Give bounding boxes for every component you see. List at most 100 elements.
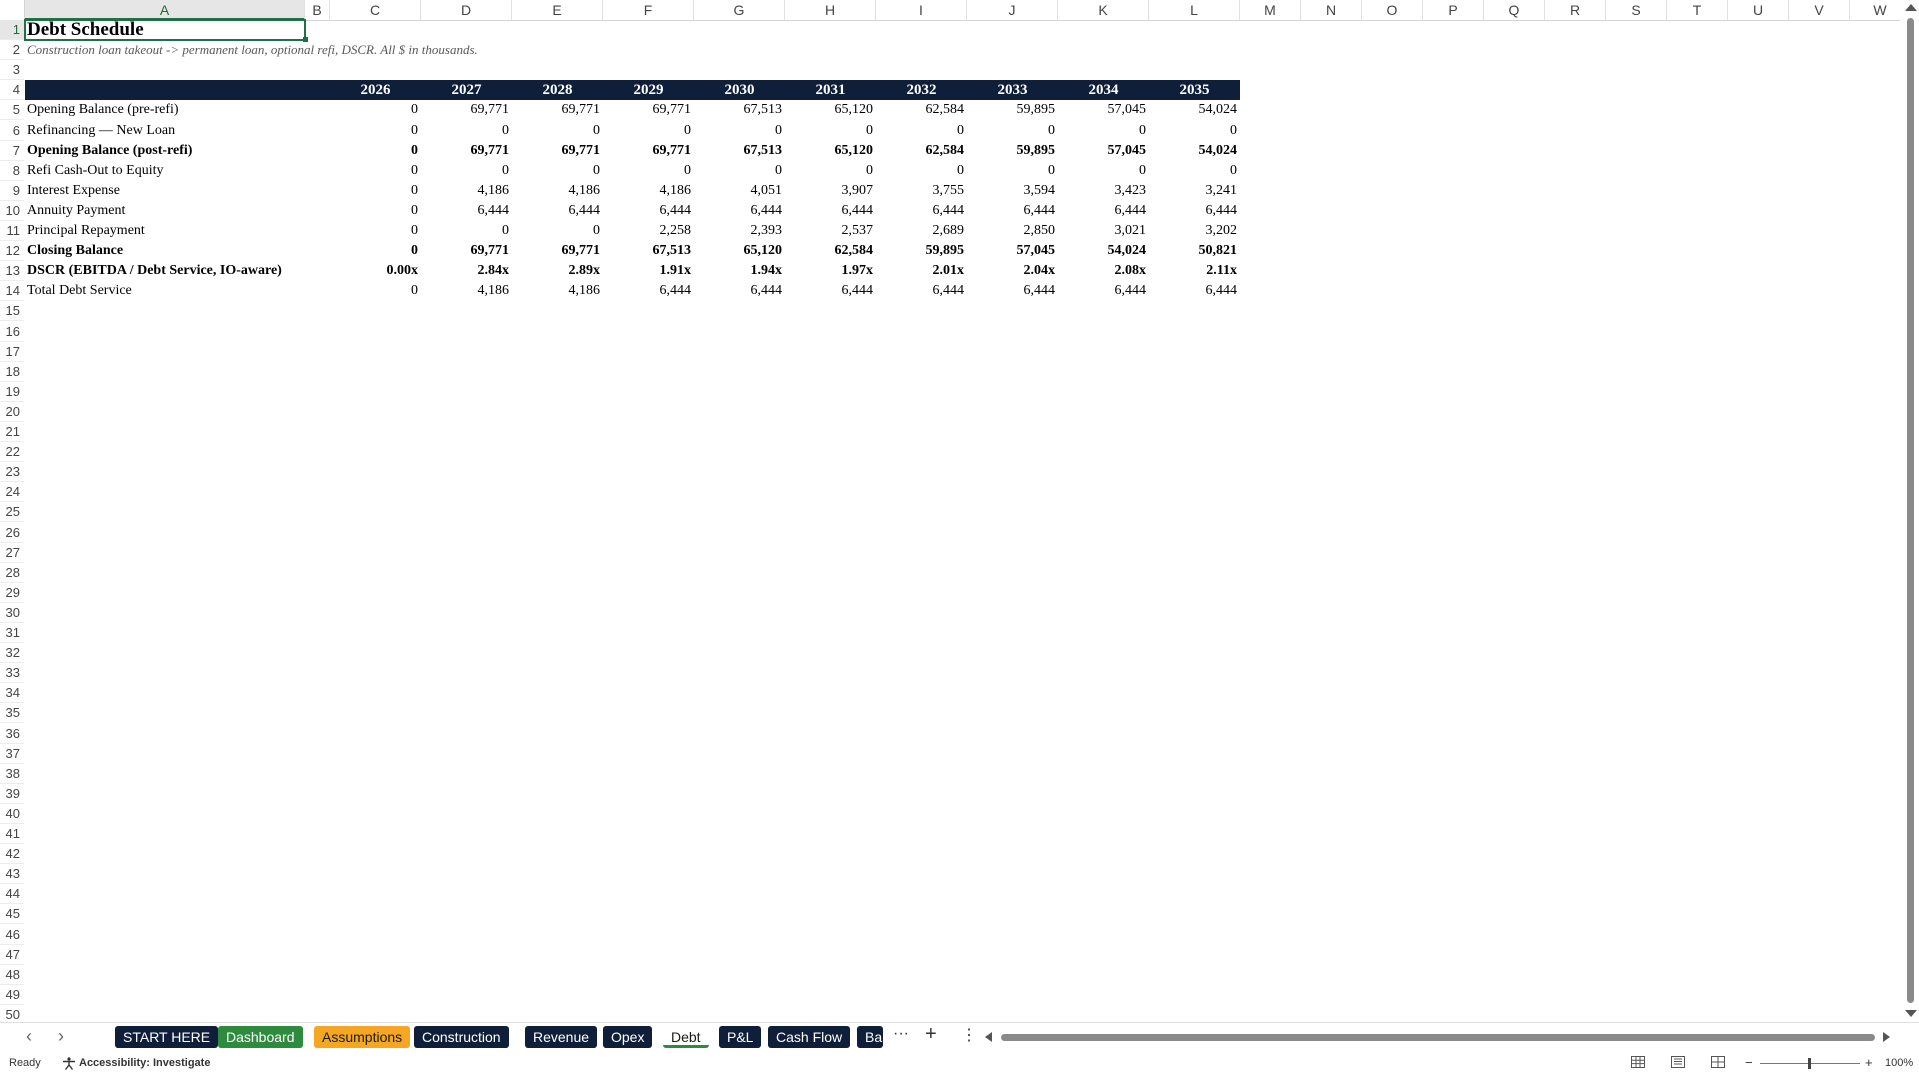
- value-cell[interactable]: 59,895: [967, 141, 1058, 161]
- row-header-36[interactable]: 36: [0, 724, 24, 744]
- value-cell[interactable]: 2.01x: [876, 261, 967, 281]
- column-header-g[interactable]: G: [694, 0, 785, 20]
- value-cell[interactable]: 0: [876, 161, 967, 181]
- column-header-a[interactable]: A: [25, 0, 305, 20]
- row-header-40[interactable]: 40: [0, 804, 24, 824]
- row-label[interactable]: Refi Cash-Out to Equity: [25, 161, 305, 181]
- value-cell[interactable]: 67,513: [694, 141, 785, 161]
- value-cell[interactable]: 0: [785, 121, 876, 141]
- value-cell[interactable]: 0: [1058, 121, 1149, 141]
- row-header-27[interactable]: 27: [0, 543, 24, 563]
- row-header-6[interactable]: 6: [0, 121, 24, 141]
- horizontal-scrollbar[interactable]: [985, 1031, 1890, 1043]
- value-cell[interactable]: 2.04x: [967, 261, 1058, 281]
- row-header-35[interactable]: 35: [0, 703, 24, 724]
- row-header-30[interactable]: 30: [0, 603, 24, 623]
- column-header-d[interactable]: D: [421, 0, 512, 20]
- row-header-24[interactable]: 24: [0, 482, 24, 503]
- row-label[interactable]: Opening Balance (pre-refi): [25, 100, 305, 120]
- row-header-41[interactable]: 41: [0, 824, 24, 845]
- row-header-23[interactable]: 23: [0, 462, 24, 483]
- scroll-up-icon[interactable]: [1905, 4, 1917, 11]
- value-cell[interactable]: 69,771: [512, 100, 603, 120]
- value-cell[interactable]: 0: [421, 161, 512, 181]
- value-cell[interactable]: 2,850: [967, 221, 1058, 241]
- value-cell[interactable]: 6,444: [876, 281, 967, 301]
- row-header-32[interactable]: 32: [0, 643, 24, 664]
- value-cell[interactable]: 0: [967, 161, 1058, 181]
- value-cell[interactable]: 54,024: [1058, 241, 1149, 261]
- row-header-8[interactable]: 8: [0, 161, 24, 181]
- value-cell[interactable]: 0: [1058, 161, 1149, 181]
- column-header-o[interactable]: O: [1362, 0, 1423, 20]
- column-header-s[interactable]: S: [1606, 0, 1667, 20]
- value-cell[interactable]: 3,423: [1058, 181, 1149, 201]
- value-cell[interactable]: 6,444: [967, 201, 1058, 221]
- sheet-tab-cash-flow[interactable]: Cash Flow: [768, 1026, 851, 1048]
- sheet-tab-ba[interactable]: Ba: [857, 1026, 883, 1048]
- column-header-h[interactable]: H: [785, 0, 876, 20]
- row-label[interactable]: Principal Repayment: [25, 221, 305, 241]
- value-cell[interactable]: 0: [512, 161, 603, 181]
- value-cell[interactable]: 0: [330, 121, 421, 141]
- value-cell[interactable]: 0: [603, 121, 694, 141]
- row-header-20[interactable]: 20: [0, 402, 24, 422]
- accessibility-status[interactable]: Accessibility: Investigate: [79, 1057, 210, 1069]
- row-header-39[interactable]: 39: [0, 784, 24, 804]
- column-header-i[interactable]: I: [876, 0, 967, 20]
- row-header-1[interactable]: 1: [0, 20, 24, 41]
- row-header-13[interactable]: 13: [0, 261, 24, 282]
- sheet-tab-start-here[interactable]: START HERE: [115, 1026, 219, 1048]
- value-cell[interactable]: 0: [330, 161, 421, 181]
- select-all-corner[interactable]: [0, 0, 25, 20]
- sheet-tab-revenue[interactable]: Revenue: [525, 1026, 598, 1048]
- zoom-slider-handle[interactable]: [1808, 1058, 1811, 1069]
- more-tabs-icon[interactable]: ···: [893, 1025, 909, 1043]
- value-cell[interactable]: 62,584: [876, 100, 967, 120]
- row-header-10[interactable]: 10: [0, 201, 24, 221]
- horizontal-scroll-thumb[interactable]: [1001, 1034, 1875, 1041]
- row-label[interactable]: DSCR (EBITDA / Debt Service, IO-aware): [25, 261, 305, 281]
- value-cell[interactable]: 2.84x: [421, 261, 512, 281]
- row-header-26[interactable]: 26: [0, 523, 24, 543]
- value-cell[interactable]: 4,186: [512, 181, 603, 201]
- year-header[interactable]: 2034: [1058, 80, 1149, 100]
- column-header-c[interactable]: C: [330, 0, 421, 20]
- value-cell[interactable]: 0: [330, 100, 421, 120]
- year-header[interactable]: 2031: [785, 80, 876, 100]
- row-header-34[interactable]: 34: [0, 683, 24, 704]
- value-cell[interactable]: 2,689: [876, 221, 967, 241]
- row-header-49[interactable]: 49: [0, 985, 24, 1005]
- value-cell[interactable]: 4,051: [694, 181, 785, 201]
- value-cell[interactable]: 2,393: [694, 221, 785, 241]
- value-cell[interactable]: 6,444: [1058, 201, 1149, 221]
- column-header-f[interactable]: F: [603, 0, 694, 20]
- value-cell[interactable]: 4,186: [603, 181, 694, 201]
- scroll-right-icon[interactable]: [1883, 1032, 1890, 1042]
- column-header-l[interactable]: L: [1149, 0, 1240, 20]
- row-header-29[interactable]: 29: [0, 583, 24, 603]
- row-header-18[interactable]: 18: [0, 362, 24, 382]
- value-cell[interactable]: 6,444: [421, 201, 512, 221]
- sheet-tab-assumptions[interactable]: Assumptions: [314, 1026, 411, 1048]
- zoom-in-icon[interactable]: +: [1865, 1055, 1873, 1070]
- year-header[interactable]: 2029: [603, 80, 694, 100]
- value-cell[interactable]: 0.00x: [330, 261, 421, 281]
- value-cell[interactable]: 0: [421, 221, 512, 241]
- value-cell[interactable]: 0: [330, 281, 421, 301]
- row-header-16[interactable]: 16: [0, 322, 24, 342]
- value-cell[interactable]: 2,537: [785, 221, 876, 241]
- row-header-43[interactable]: 43: [0, 864, 24, 885]
- value-cell[interactable]: 0: [330, 241, 421, 261]
- row-header-19[interactable]: 19: [0, 382, 24, 402]
- value-cell[interactable]: 3,021: [1058, 221, 1149, 241]
- sheet-tab-opex[interactable]: Opex: [603, 1026, 653, 1048]
- value-cell[interactable]: 50,821: [1149, 241, 1240, 261]
- value-cell[interactable]: 0: [785, 161, 876, 181]
- row-header-48[interactable]: 48: [0, 965, 24, 985]
- value-cell[interactable]: 69,771: [603, 100, 694, 120]
- value-cell[interactable]: 1.94x: [694, 261, 785, 281]
- value-cell[interactable]: 4,186: [421, 181, 512, 201]
- value-cell[interactable]: 59,895: [967, 100, 1058, 120]
- value-cell[interactable]: 2.11x: [1149, 261, 1240, 281]
